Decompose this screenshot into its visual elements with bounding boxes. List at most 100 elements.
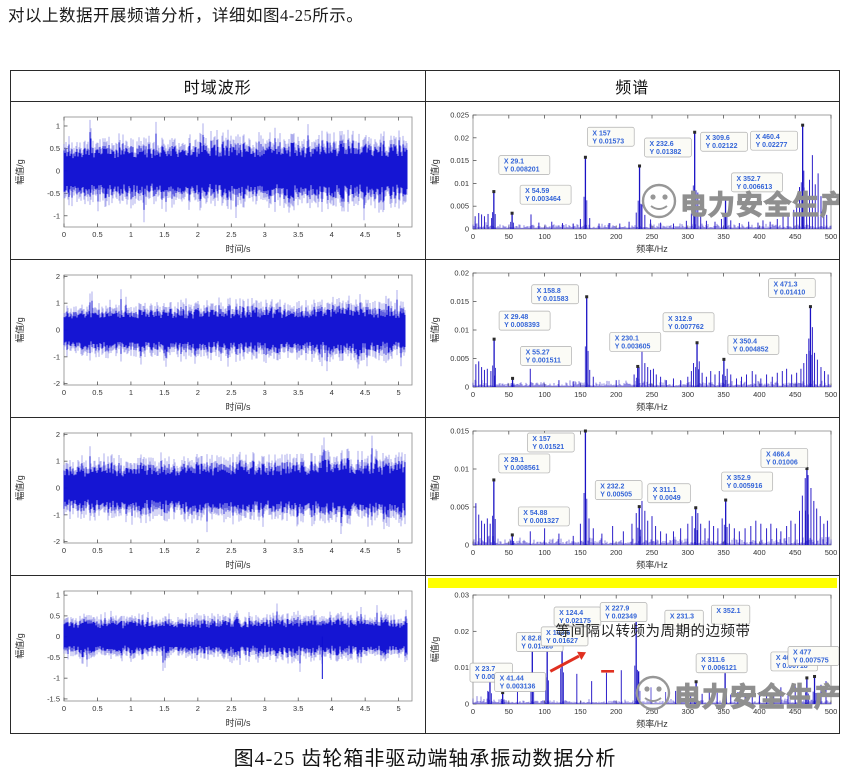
svg-text:X 311.6: X 311.6 [701, 657, 725, 664]
svg-text:Y 0.02122: Y 0.02122 [705, 143, 737, 150]
svg-text:X 352.1: X 352.1 [716, 608, 740, 615]
svg-text:Y 0.004852: Y 0.004852 [732, 346, 768, 353]
svg-text:0.02: 0.02 [454, 627, 469, 636]
svg-text:250: 250 [645, 232, 658, 241]
svg-text:2: 2 [196, 388, 200, 397]
svg-text:X 352.7: X 352.7 [736, 176, 760, 183]
svg-text:X 311.1: X 311.1 [652, 487, 676, 494]
svg-text:1: 1 [56, 591, 60, 600]
svg-text:50: 50 [504, 232, 512, 241]
svg-text:时间/s: 时间/s [225, 559, 251, 570]
svg-text:0: 0 [464, 541, 468, 550]
cell-spectrum-row2: 05010015020025030035040045050000.0050.01… [426, 260, 840, 417]
svg-text:2.5: 2.5 [226, 388, 236, 397]
svg-text:频率/Hz: 频率/Hz [636, 243, 668, 254]
svg-text:1.5: 1.5 [159, 388, 169, 397]
figure-table: 时域波形 频谱 00.511.522.533.544.55-1-0.500.51… [10, 70, 840, 734]
table-row-2: 00.511.522.533.544.55-2-1012时间/s幅值/g 050… [11, 260, 839, 418]
svg-text:3: 3 [263, 230, 267, 239]
svg-text:幅值/g: 幅值/g [14, 475, 25, 501]
document-page: 对以上数据开展频谱分析，详细如图4-25所示。 时域波形 频谱 0 0.5 1 1.5… [0, 0, 850, 780]
svg-text:0.01: 0.01 [454, 465, 469, 474]
svg-text:Y 0.01410: Y 0.01410 [773, 290, 805, 297]
svg-text:频率/Hz: 频率/Hz [636, 401, 668, 412]
svg-text:400: 400 [753, 390, 766, 399]
svg-text:100: 100 [538, 707, 551, 716]
svg-text:1.5: 1.5 [159, 546, 169, 555]
cell-spectrum-row1: 05010015020025030035040045050000.0050.01… [426, 102, 840, 259]
svg-text:0: 0 [464, 383, 468, 392]
svg-text:300: 300 [681, 390, 694, 399]
svg-text:X 157: X 157 [592, 130, 610, 137]
svg-text:1: 1 [129, 704, 133, 713]
svg-text:Y 0.0049: Y 0.0049 [652, 495, 680, 502]
highlight-bar [428, 578, 838, 588]
svg-text:0.02: 0.02 [454, 133, 469, 142]
svg-text:1: 1 [129, 230, 133, 239]
spectrum-chart-row3: 05010015020025030035040045050000.0050.01… [427, 421, 840, 571]
svg-text:350: 350 [717, 390, 730, 399]
svg-text:2: 2 [56, 430, 60, 439]
svg-text:X 232.6: X 232.6 [649, 141, 673, 148]
svg-text:Y 0.01521: Y 0.01521 [532, 444, 564, 451]
svg-text:200: 200 [609, 707, 622, 716]
svg-text:150: 150 [574, 232, 587, 241]
column-header-spectrum: 频谱 [425, 71, 840, 101]
svg-text:4: 4 [330, 546, 334, 555]
svg-text:3: 3 [263, 546, 267, 555]
svg-text:0: 0 [56, 484, 60, 493]
svg-text:Y 0.01583: Y 0.01583 [536, 296, 568, 303]
svg-text:0.02: 0.02 [454, 269, 469, 278]
svg-text:-1: -1 [53, 352, 60, 361]
svg-text:200: 200 [609, 232, 622, 241]
svg-text:Y 0.005916: Y 0.005916 [726, 483, 762, 490]
svg-text:0.015: 0.015 [450, 297, 469, 306]
svg-text:300: 300 [681, 707, 694, 716]
svg-text:3: 3 [263, 388, 267, 397]
svg-text:1: 1 [129, 388, 133, 397]
svg-text:5: 5 [397, 230, 401, 239]
svg-text:0.015: 0.015 [450, 156, 469, 165]
svg-text:1: 1 [56, 299, 60, 308]
svg-text:2: 2 [196, 704, 200, 713]
svg-text:0: 0 [56, 632, 60, 641]
svg-text:300: 300 [681, 548, 694, 557]
svg-text:50: 50 [504, 707, 512, 716]
column-header-time-domain: 时域波形 [11, 71, 425, 101]
svg-text:4.5: 4.5 [360, 388, 370, 397]
svg-text:0: 0 [464, 225, 468, 234]
svg-text:-1: -1 [53, 211, 60, 220]
svg-text:1.5: 1.5 [159, 704, 169, 713]
svg-text:时间/s: 时间/s [225, 401, 251, 412]
svg-text:0.5: 0.5 [92, 230, 102, 239]
svg-text:250: 250 [645, 390, 658, 399]
svg-text:500: 500 [824, 707, 837, 716]
svg-text:150: 150 [574, 390, 587, 399]
svg-text:-1: -1 [53, 510, 60, 519]
svg-text:0: 0 [62, 704, 66, 713]
svg-text:0.025: 0.025 [450, 111, 469, 120]
intro-paragraph: 对以上数据开展频谱分析，详细如图4-25所示。 [8, 2, 363, 26]
svg-text:100: 100 [538, 232, 551, 241]
svg-text:450: 450 [788, 232, 801, 241]
spectrum-chart-row4: 05010015020025030035040045050000.010.020… [427, 589, 840, 730]
svg-text:X 471.3: X 471.3 [773, 282, 797, 289]
svg-text:幅值/g: 幅值/g [14, 317, 25, 343]
svg-text:0.03: 0.03 [454, 591, 469, 600]
svg-text:频率/Hz: 频率/Hz [636, 559, 668, 570]
table-row-1: 00.511.522.533.544.55-1-0.500.51时间/s幅值/g… [11, 102, 839, 260]
svg-text:0: 0 [470, 548, 474, 557]
svg-text:2.5: 2.5 [226, 704, 236, 713]
svg-text:0.005: 0.005 [450, 202, 469, 211]
svg-text:0: 0 [62, 230, 66, 239]
cell-time-row3: 00.511.522.533.544.55-2-1012时间/s幅值/g [11, 418, 426, 575]
svg-text:Y 0.003605: Y 0.003605 [614, 343, 650, 350]
svg-text:1.5: 1.5 [159, 230, 169, 239]
svg-text:2: 2 [196, 546, 200, 555]
svg-text:X 309.6: X 309.6 [705, 135, 729, 142]
svg-text:-2: -2 [53, 537, 60, 546]
svg-text:Y 0.008393: Y 0.008393 [504, 322, 540, 329]
svg-text:X 350.4: X 350.4 [732, 338, 756, 345]
svg-text:0.01: 0.01 [454, 663, 469, 672]
svg-text:4.5: 4.5 [360, 546, 370, 555]
